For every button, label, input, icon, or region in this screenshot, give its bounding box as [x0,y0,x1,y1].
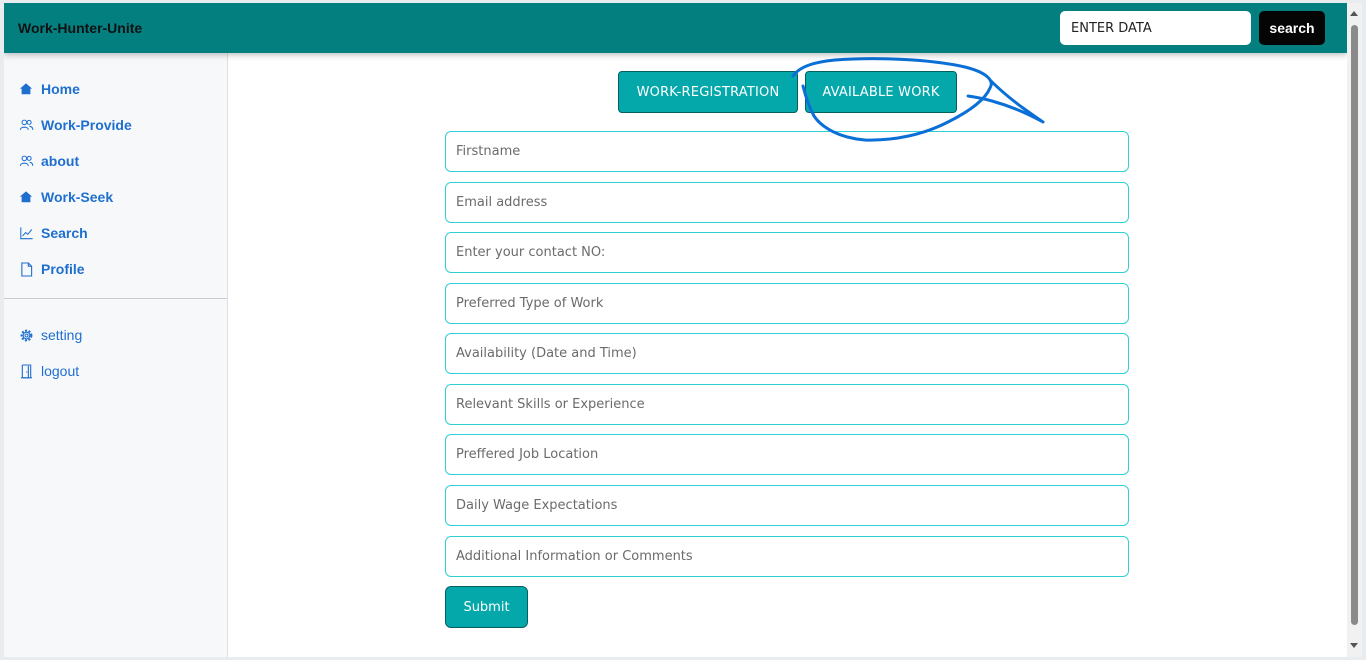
scroll-up-arrow-icon[interactable] [1350,11,1358,16]
scroll-down-arrow-icon[interactable] [1350,643,1358,648]
door-icon [18,363,34,379]
job-location-field[interactable] [445,434,1129,475]
work-type-field[interactable] [445,283,1129,324]
skills-field[interactable] [445,384,1129,425]
tab-work-registration[interactable]: WORK-REGISTRATION [618,71,798,113]
main-content: WORK-REGISTRATION AVAILABLE WORK Submit [228,53,1347,657]
sidebar: Home Work-Provide about Work-Seek Search [4,53,228,657]
sidebar-item-label: logout [41,363,80,379]
brand-title: Work-Hunter-Unite [18,20,143,36]
top-navbar: Work-Hunter-Unite search [4,3,1347,53]
vertical-scrollbar[interactable] [1347,3,1362,657]
sidebar-item-home[interactable]: Home [18,79,80,99]
sidebar-item-label: setting [41,327,83,343]
sidebar-item-label: Home [41,81,80,97]
submit-button[interactable]: Submit [445,586,528,628]
firstname-field[interactable] [445,131,1129,172]
sidebar-item-search[interactable]: Search [18,223,88,243]
home-icon [18,189,34,205]
sidebar-item-label: Work-Seek [41,189,114,205]
sidebar-item-logout[interactable]: logout [18,361,79,381]
app-window: Work-Hunter-Unite search Home Work-Provi… [4,3,1347,657]
search-button[interactable]: search [1259,11,1325,45]
tab-available-work[interactable]: AVAILABLE WORK [805,71,957,113]
contact-number-field[interactable] [445,232,1129,273]
sidebar-item-work-provide[interactable]: Work-Provide [18,115,132,135]
scroll-thumb[interactable] [1351,25,1358,625]
sidebar-item-label: Search [41,225,88,241]
sidebar-item-label: Work-Provide [41,117,132,133]
sidebar-item-label: about [41,153,80,169]
email-field[interactable] [445,182,1129,223]
sidebar-item-about[interactable]: about [18,151,79,171]
sidebar-item-label: Profile [41,261,85,277]
people-icon [18,117,34,133]
sidebar-item-work-seek[interactable]: Work-Seek [18,187,113,207]
chart-line-icon [18,225,34,241]
gear-icon [18,327,34,343]
home-icon [18,81,34,97]
daily-wage-field[interactable] [445,485,1129,526]
sidebar-item-setting[interactable]: setting [18,325,82,345]
people-icon [18,153,34,169]
comments-field[interactable] [445,536,1129,577]
sidebar-item-profile[interactable]: Profile [18,259,85,279]
availability-field[interactable] [445,333,1129,374]
sidebar-divider [4,298,227,299]
document-icon [18,261,34,277]
search-input[interactable] [1060,11,1251,45]
